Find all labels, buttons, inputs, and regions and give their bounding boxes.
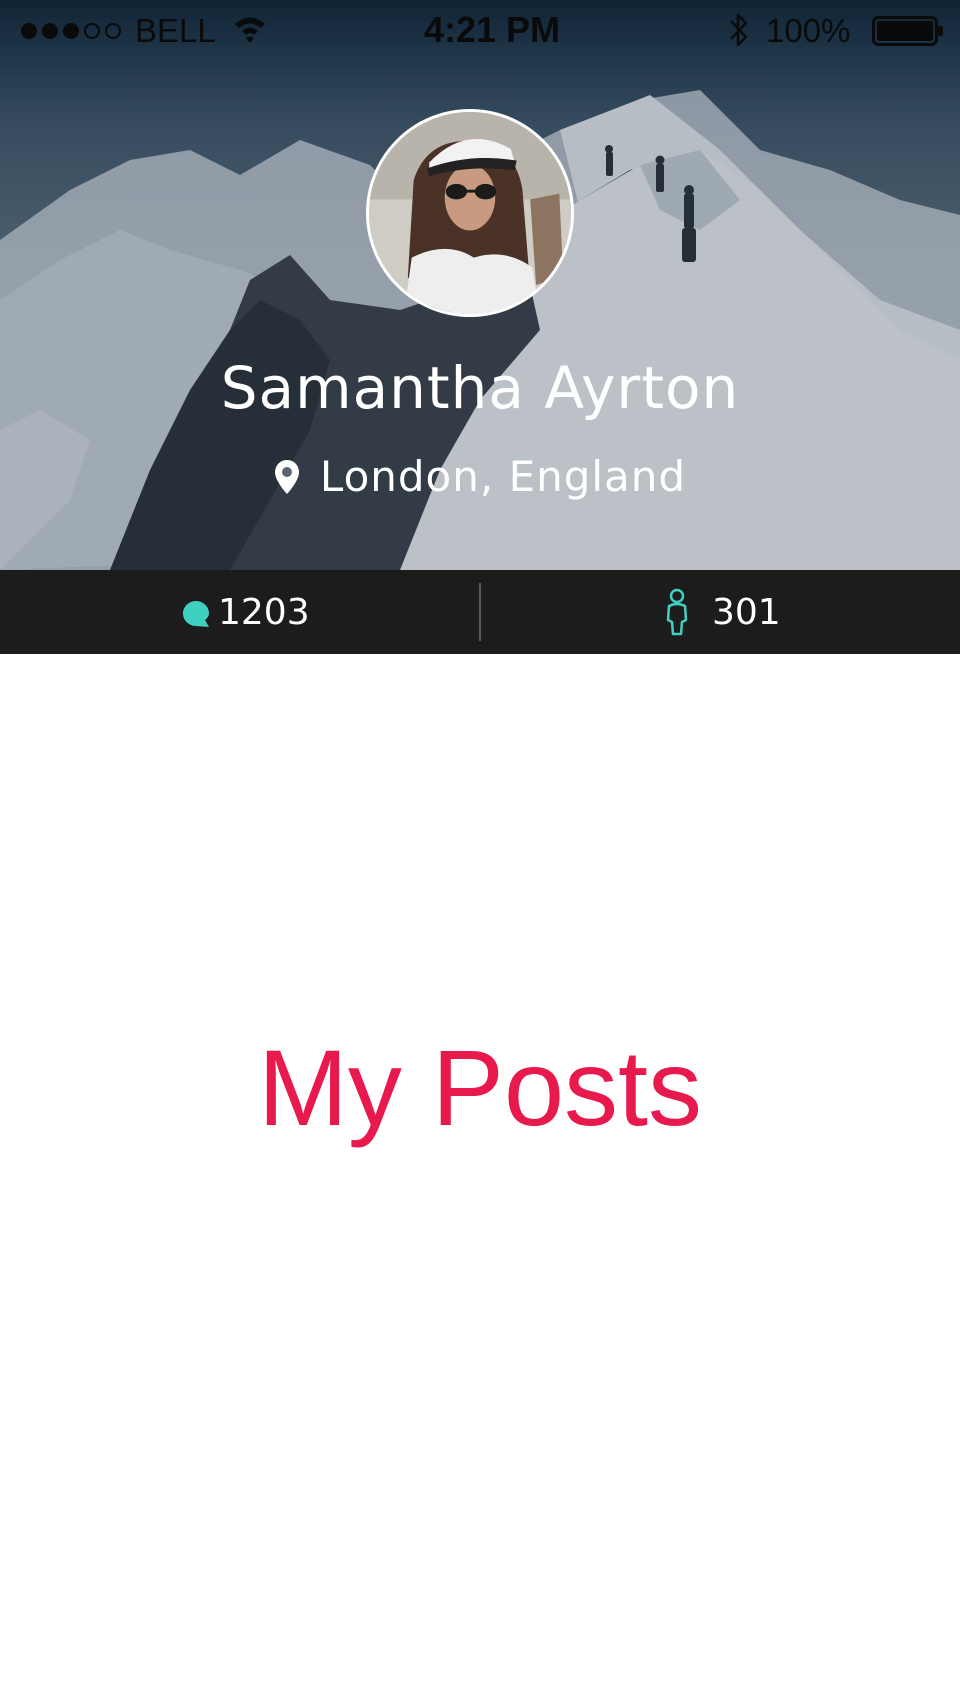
bluetooth-icon	[730, 13, 748, 47]
avatar[interactable]	[366, 109, 574, 317]
profile-location: London, England	[0, 450, 960, 504]
battery-percentage: 100%	[766, 12, 851, 49]
avatar-photo	[369, 112, 571, 314]
profile-name: Samantha Ayrton	[220, 354, 740, 422]
followers-stat[interactable]: 301	[664, 570, 781, 654]
status-bar: BELL 4:21 PM 100%	[0, 0, 960, 60]
posts-count: 1203	[218, 591, 310, 633]
chat-bubble-icon	[183, 601, 209, 627]
profile-header: BELL 4:21 PM 100% Samantha Ayrton London…	[0, 0, 960, 570]
location-label: London, England	[319, 452, 687, 501]
my-posts-title: My Posts	[257, 1027, 703, 1148]
stats-divider	[479, 583, 481, 641]
stats-bar: 1203 301	[0, 570, 960, 654]
profile-screen: BELL 4:21 PM 100% Samantha Ayrton London…	[0, 0, 960, 1704]
person-icon	[666, 588, 688, 636]
map-pin-icon	[274, 460, 299, 494]
followers-count: 301	[712, 591, 781, 633]
battery-icon	[872, 16, 943, 46]
posts-stat[interactable]: 1203	[182, 570, 310, 654]
